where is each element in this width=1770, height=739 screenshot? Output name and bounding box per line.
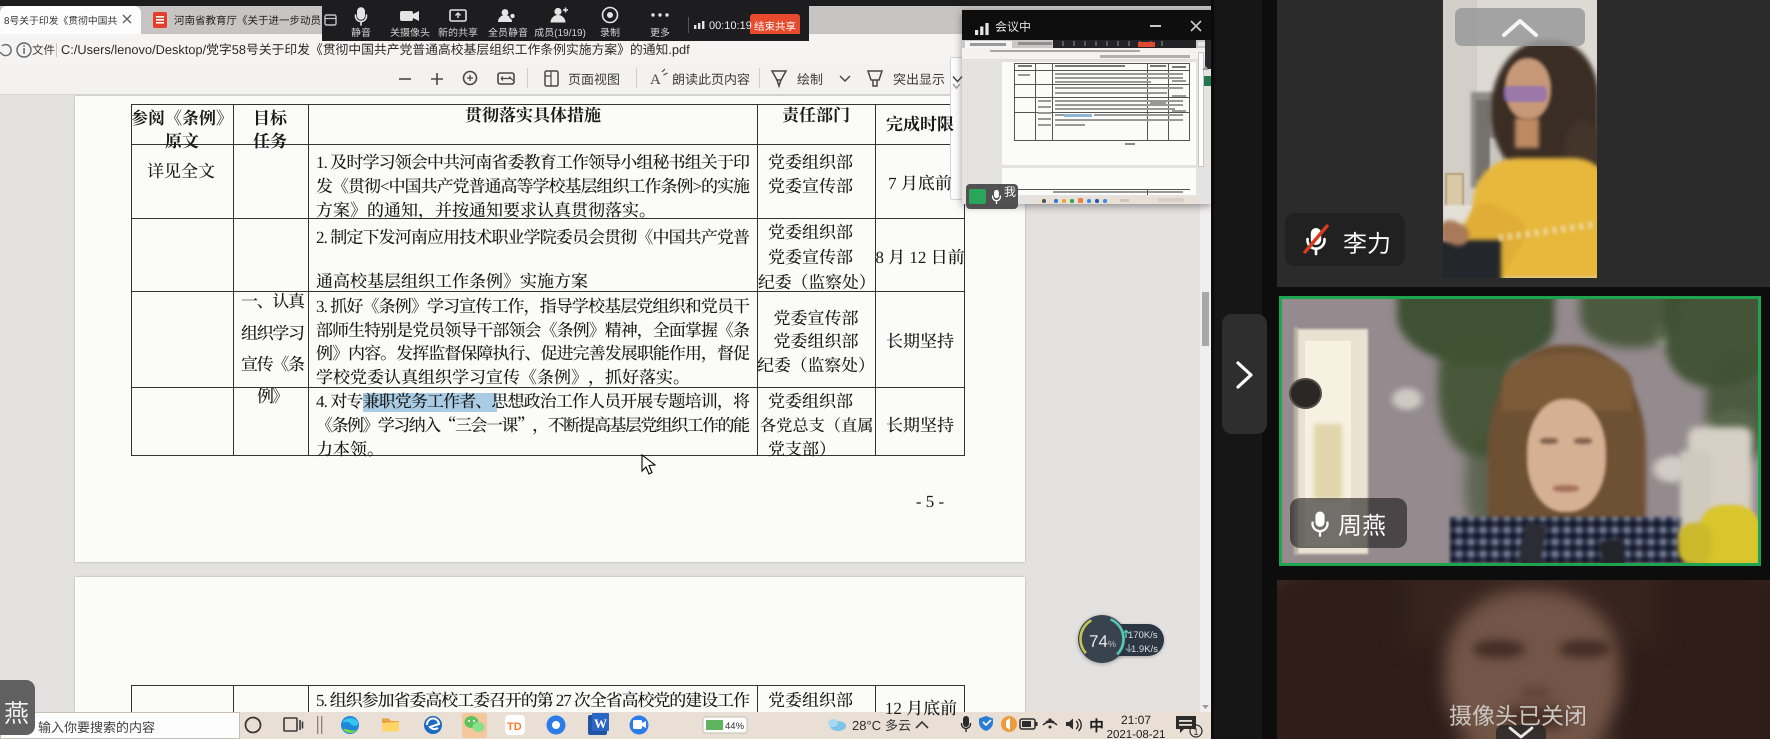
svg-text:1: 1 <box>1194 727 1199 737</box>
svg-text:W: W <box>594 716 607 731</box>
svg-text:TD: TD <box>507 721 522 733</box>
svg-text:A: A <box>650 72 661 88</box>
svg-text:44%: 44% <box>725 721 745 732</box>
